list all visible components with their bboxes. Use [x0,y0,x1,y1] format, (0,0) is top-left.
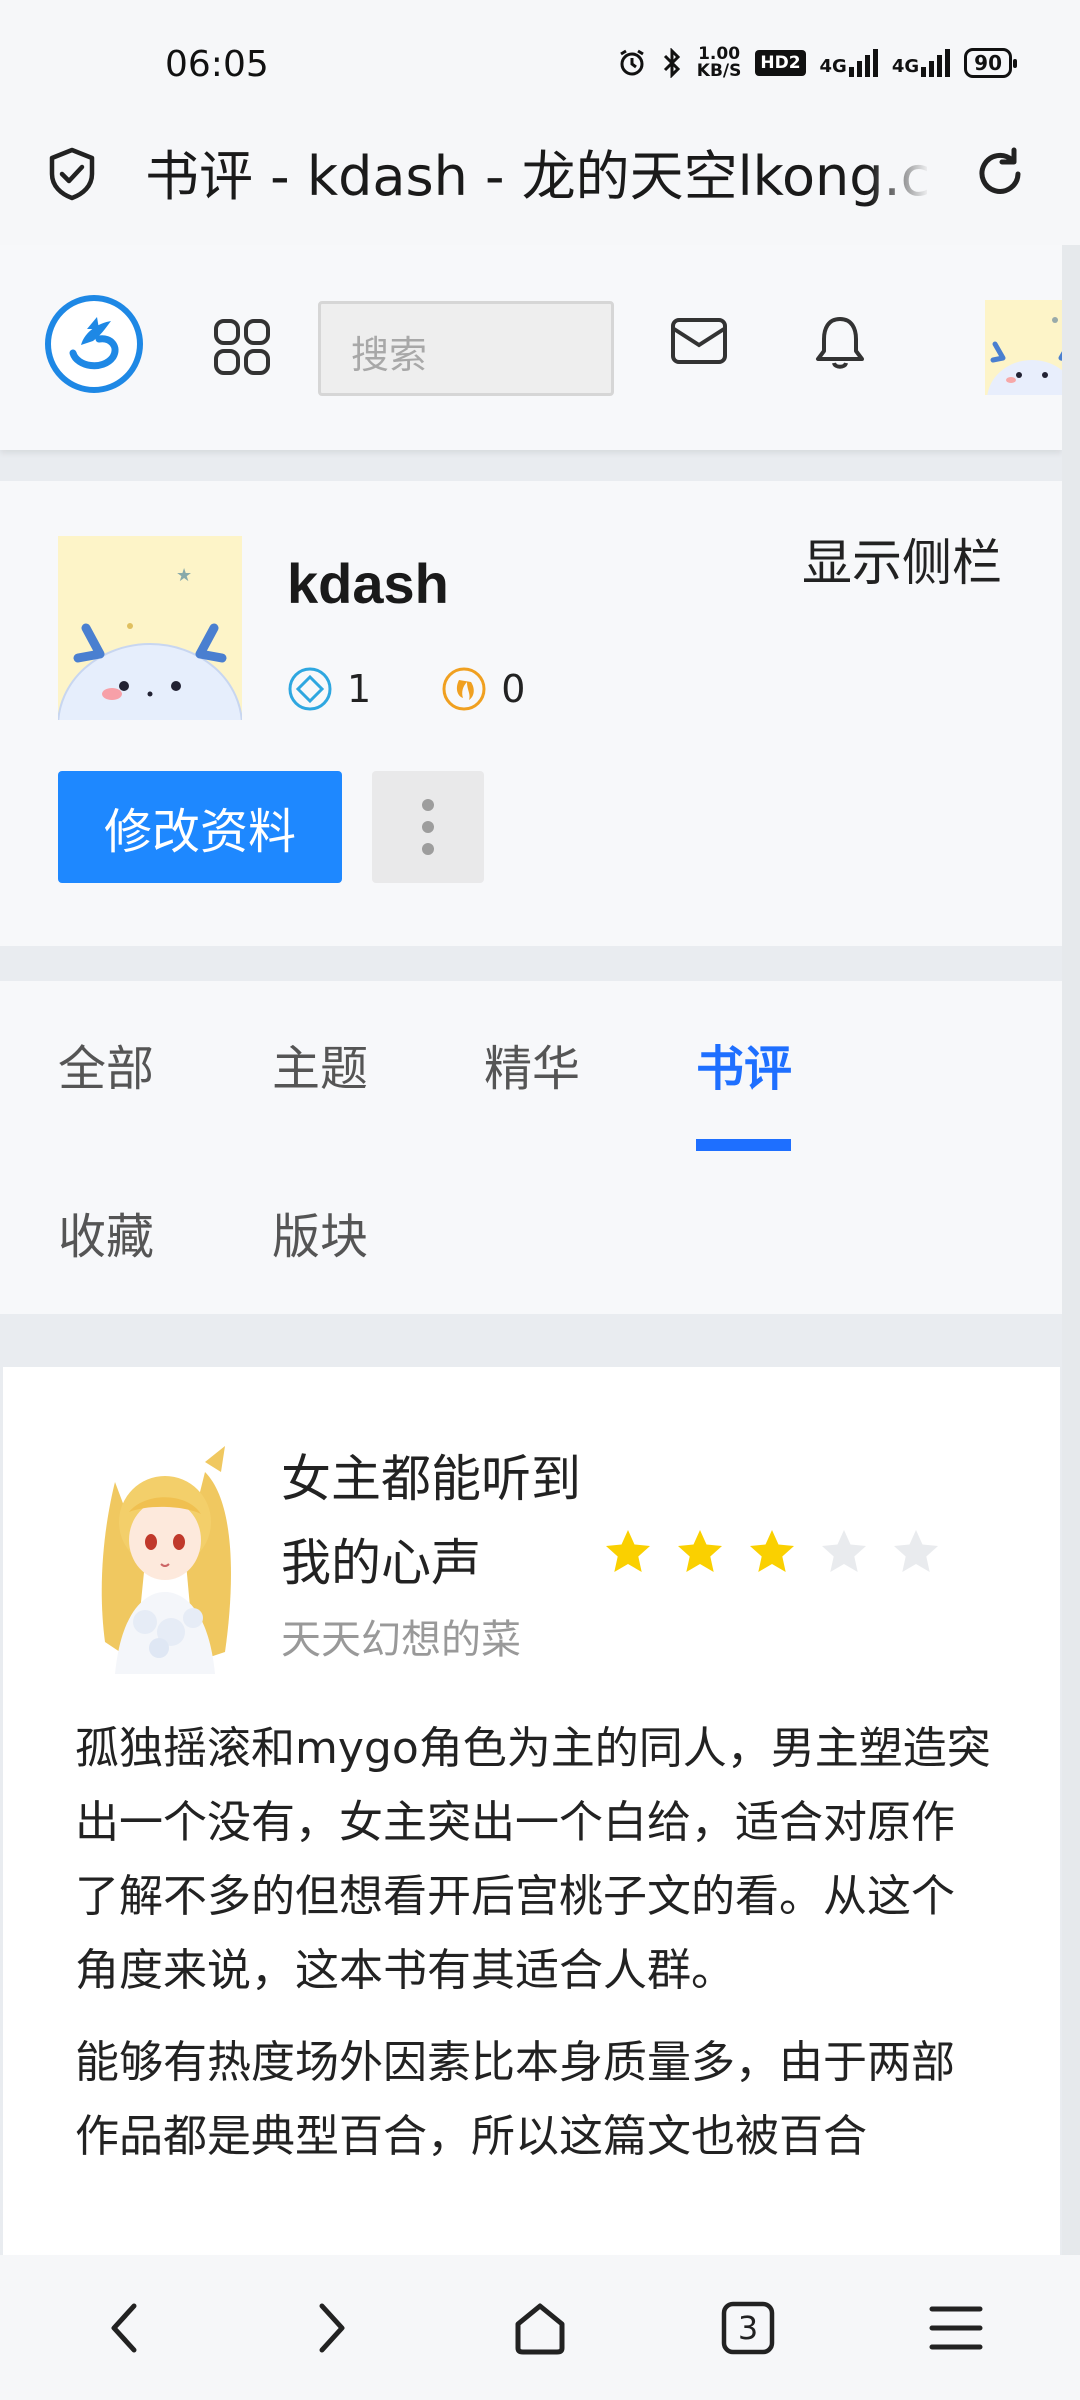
web-page[interactable]: 搜索 ★ kdash 显示侧栏 1 0 修改资料 全部 主题 精华 书评 收藏 … [0,245,1080,2255]
profile-card: ★ kdash 显示侧栏 1 0 修改资料 [0,481,1062,946]
anime-girl-cover-image [75,1442,253,1674]
back-button[interactable] [84,2288,164,2368]
svg-text:★: ★ [176,565,192,586]
search-input[interactable]: 搜索 [318,301,614,396]
star-empty-icon [822,1530,866,1572]
chevron-left-icon [111,2303,137,2352]
tabs-card: 全部 主题 精华 书评 收藏 版块 [0,981,1062,1314]
more-dot [422,799,434,811]
edit-profile-button[interactable]: 修改资料 [58,771,342,883]
tab-reviews[interactable]: 书评 [696,1029,792,1099]
more-options-button[interactable] [372,771,484,883]
security-shield-icon[interactable] [42,144,102,204]
star-filled-icon [606,1530,650,1572]
browser-bottom-nav: 3 [0,2255,1080,2400]
tab-all[interactable]: 全部 [58,1029,154,1099]
tab-favorites[interactable]: 收藏 [58,1197,154,1267]
dragon-mascot-icon: ★ [58,565,242,720]
show-sidebar-button[interactable]: 显示侧栏 [802,523,1002,595]
net-speed: 1.00 KB/S [696,44,742,81]
review-paragraph: 能够有热度场外因素比本身质量多，由于两部作品都是典型百合，所以这篇文也被百合 [75,2037,955,2162]
coin-icon [442,667,486,711]
dragon-logo-icon [69,317,119,370]
home-button[interactable] [500,2288,580,2368]
signal-1-icon: 4G [820,49,878,77]
book-cover[interactable] [75,1442,253,1674]
alarm-icon [619,49,644,76]
menu-button[interactable] [916,2288,996,2368]
more-dot [422,821,434,833]
bell-icon[interactable] [810,313,870,373]
tabs-button[interactable]: 3 [708,2288,788,2368]
tab-topics[interactable]: 主题 [272,1029,368,1099]
hd-badge: HD2 [755,50,806,76]
tab-boards[interactable]: 版块 [272,1197,368,1267]
stat-coin-value: 0 [501,667,526,711]
rating-stars [603,1527,941,1577]
status-bar: 06:05 1.00 KB/S HD2 4G 4G 90 [0,0,1080,120]
site-logo[interactable] [45,295,143,393]
book-author[interactable]: 天天幻想的菜 [281,1607,521,1665]
page-scrollbar[interactable] [1062,245,1080,2255]
review-body: 孤独摇滚和mygo角色为主的同人，男主塑造突出一个没有，女主突出一个白给，适合对… [75,1712,995,2192]
home-icon [515,2303,565,2354]
review-card[interactable]: 女主都能听到我的心声 天天幻想的菜 孤独摇滚和mygo角色为主的同人，男主塑造突… [3,1367,1060,2255]
book-title[interactable]: 女主都能听到我的心声 [281,1437,611,1605]
forward-button[interactable] [292,2288,372,2368]
star-empty-icon [894,1530,938,1572]
signal-2-icon: 4G [892,49,951,77]
menu-icon [929,2306,983,2349]
review-paragraph: 孤独摇滚和mygo角色为主的同人，男主塑造突出一个没有，女主突出一个白给，适合对… [75,1723,991,1996]
star-filled-icon [678,1530,722,1572]
battery-icon: 90 [964,48,1017,78]
reload-icon[interactable] [970,144,1030,204]
apps-grid-icon[interactable] [212,317,272,377]
diamond-icon [288,667,332,711]
active-tab-indicator [696,1139,791,1151]
more-dot [422,843,434,855]
tab-featured[interactable]: 精华 [484,1029,580,1099]
bluetooth-icon [663,48,680,78]
status-time: 06:05 [165,44,269,85]
url-title[interactable]: 书评 - kdash - 龙的天空lkong.com [145,142,930,212]
star-filled-icon [750,1530,794,1572]
browser-url-bar: 书评 - kdash - 龙的天空lkong.com [0,120,1080,250]
profile-avatar[interactable]: ★ [58,536,242,720]
user-stats: 1 0 [287,666,525,712]
stat-diamond-value: 1 [347,667,372,711]
chevron-right-icon [319,2303,345,2352]
tab-count: 3 [737,2308,759,2347]
status-icons: 1.00 KB/S HD2 4G 4G 90 [617,44,1017,81]
mail-icon[interactable] [670,317,728,365]
site-header: 搜索 [0,245,1080,450]
username: kdash [287,552,449,615]
